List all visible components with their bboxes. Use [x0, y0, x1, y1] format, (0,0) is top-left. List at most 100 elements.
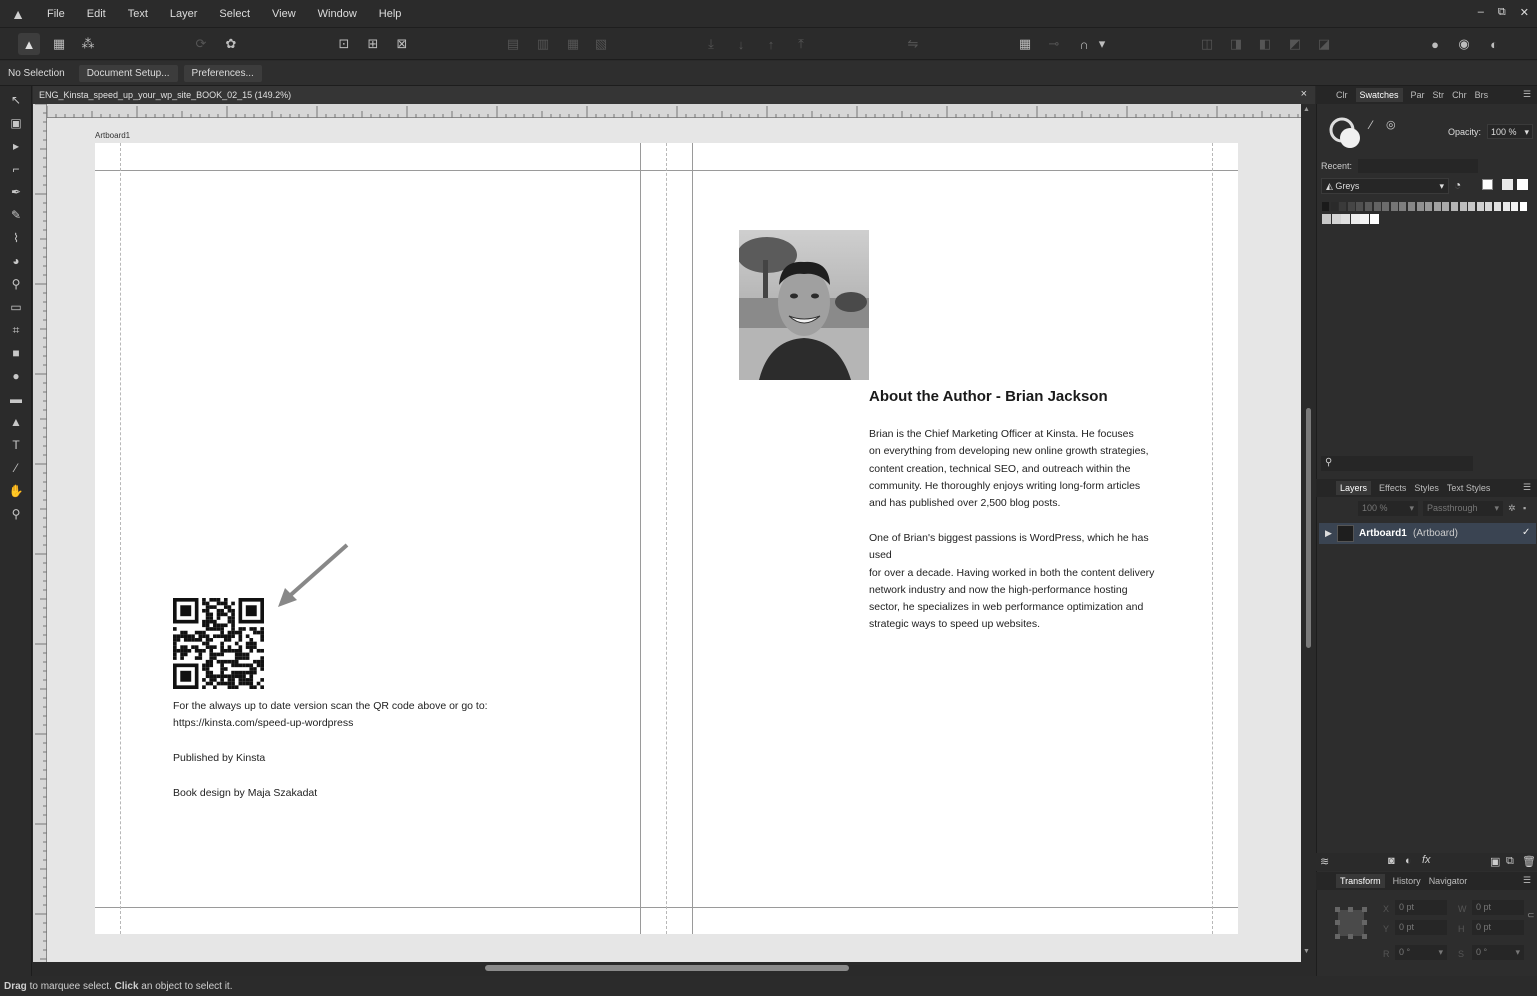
adjustment-icon[interactable]: ◐	[1405, 855, 1412, 867]
distribute-icon[interactable]: ▧	[590, 33, 612, 55]
anchor-selector-icon[interactable]	[1334, 906, 1368, 940]
color-swatch[interactable]	[1390, 202, 1398, 211]
color-swatch[interactable]	[1399, 202, 1407, 211]
trash-icon[interactable]: 🗑	[1522, 855, 1536, 868]
align-right-icon[interactable]: ▦	[562, 33, 584, 55]
book-design-credit[interactable]: Book design by Maja Szakadat	[173, 787, 317, 799]
published-by[interactable]: Published by Kinsta	[173, 752, 265, 764]
panel-menu-icon[interactable]: ☰	[1523, 89, 1531, 100]
menu-text[interactable]: Text	[117, 8, 159, 20]
color-swatch[interactable]	[1341, 214, 1350, 224]
tab-color[interactable]: Clr	[1336, 90, 1348, 100]
assistant-icon[interactable]: ✿	[220, 33, 242, 55]
tab-navigator[interactable]: Navigator	[1429, 876, 1468, 886]
color-swatch[interactable]	[1347, 202, 1355, 211]
fill-tool-icon[interactable]: ◕	[6, 251, 26, 271]
layer-row-artboard1[interactable]: ▶ Artboard1 (Artboard) ✓	[1319, 523, 1536, 544]
visibility-checkbox[interactable]: ✓	[1522, 527, 1530, 538]
menu-file[interactable]: File	[36, 8, 76, 20]
bbox-icon[interactable]: ⊞	[362, 33, 384, 55]
color-swatch[interactable]	[1356, 202, 1364, 211]
boolean-xor-icon[interactable]: ◩	[1284, 33, 1306, 55]
arrange-forward-icon[interactable]: ↑	[760, 33, 782, 55]
mask-icon[interactable]: ◙	[1388, 855, 1395, 867]
rounded-rect-tool-icon[interactable]: ▬	[6, 389, 26, 409]
horizontal-scroll-thumb[interactable]	[485, 965, 849, 971]
qr-caption-line1[interactable]: For the always up to date version scan t…	[173, 700, 488, 712]
artboard-tool-icon[interactable]: ▣	[6, 113, 26, 133]
vertical-ruler[interactable]	[33, 103, 47, 962]
duplicate-layer-icon[interactable]: ⧉	[1506, 855, 1514, 868]
triangle-tool-icon[interactable]: ▲	[6, 412, 26, 432]
close-window-button[interactable]: ✕	[1520, 6, 1529, 19]
rotation-field[interactable]: 0 ° ▾	[1395, 945, 1447, 960]
move-tool-icon[interactable]: ↖	[6, 90, 26, 110]
grid-icon[interactable]: ▦	[1014, 33, 1036, 55]
tab-text-styles[interactable]: Text Styles	[1447, 483, 1491, 493]
color-swatch[interactable]	[1494, 202, 1501, 211]
snapping-toggle-icon[interactable]: ⊸	[1043, 33, 1065, 55]
color-picker-icon[interactable]: ⁄	[1370, 118, 1372, 132]
tab-stroke[interactable]: Str	[1433, 90, 1445, 100]
app-logo-icon[interactable]: ▲	[0, 6, 36, 22]
tab-layers[interactable]: Layers	[1336, 481, 1372, 495]
author-photo[interactable]	[739, 230, 869, 380]
author-bio-paragraph-2[interactable]: One of Brian's biggest passions is WordP…	[869, 530, 1169, 634]
color-swatch[interactable]	[1330, 202, 1338, 211]
sync-icon[interactable]: ⟳	[190, 33, 212, 55]
boolean-add-icon[interactable]: ◫	[1196, 33, 1218, 55]
noise-icon[interactable]: ◎	[1386, 118, 1396, 131]
boolean-divide-icon[interactable]: ◪	[1313, 33, 1335, 55]
lock-icon[interactable]: ▪	[1523, 503, 1526, 513]
preferences-button[interactable]: Preferences...	[183, 64, 262, 82]
insert-inside-icon[interactable]: ◐	[1483, 33, 1505, 55]
align-center-icon[interactable]: ▥	[532, 33, 554, 55]
menu-view[interactable]: View	[261, 8, 307, 20]
boolean-subtract-icon[interactable]: ◨	[1225, 33, 1247, 55]
text-tool-icon[interactable]: T	[6, 435, 26, 455]
ellipse-tool-icon[interactable]: ●	[6, 366, 26, 386]
color-swatch[interactable]	[1459, 202, 1467, 211]
insert-top-icon[interactable]: ◉	[1453, 33, 1475, 55]
fill-stroke-icon[interactable]	[1328, 116, 1364, 152]
color-swatch[interactable]	[1369, 214, 1379, 224]
eyedropper-tool-icon[interactable]: ⁄	[6, 458, 26, 478]
arrange-front-icon[interactable]: ⤒	[790, 33, 812, 55]
boolean-intersect-icon[interactable]: ◧	[1254, 33, 1276, 55]
link-icon[interactable]: ⊂	[1527, 910, 1535, 921]
scroll-up-icon[interactable]: ▲	[1303, 106, 1310, 113]
fx-icon[interactable]: fx	[1422, 854, 1431, 866]
color-swatch[interactable]	[1502, 202, 1510, 211]
minimize-button[interactable]: –	[1478, 6, 1484, 19]
color-swatch[interactable]	[1322, 202, 1329, 211]
layers-stack-icon[interactable]: ≋	[1320, 855, 1329, 868]
color-swatch[interactable]	[1350, 214, 1360, 224]
color-swatch[interactable]	[1416, 202, 1424, 211]
shear-field[interactable]: 0 ° ▾	[1472, 945, 1524, 960]
arrow-graphic[interactable]	[275, 540, 355, 612]
color-swatch[interactable]	[1468, 202, 1476, 211]
color-swatch[interactable]	[1433, 202, 1441, 211]
color-swatch[interactable]	[1373, 202, 1381, 211]
document-tab[interactable]: ENG_Kinsta_speed_up_your_wp_site_BOOK_02…	[33, 86, 1315, 104]
snapping-dropdown-icon[interactable]: ▾	[1095, 33, 1109, 55]
menu-layer[interactable]: Layer	[159, 8, 209, 20]
color-swatch[interactable]	[1331, 214, 1341, 224]
close-document-button[interactable]: ×	[1301, 88, 1307, 100]
h-field[interactable]: 0 pt	[1472, 920, 1524, 935]
tab-paragraph[interactable]: Par	[1411, 90, 1425, 100]
tab-transform[interactable]: Transform	[1336, 874, 1385, 888]
color-swatch[interactable]	[1425, 202, 1433, 211]
panel-menu-icon[interactable]: ☰	[1523, 482, 1531, 493]
recent-swatches[interactable]	[1358, 159, 1478, 173]
pixel-persona-icon[interactable]: ▦	[48, 33, 70, 55]
node-tool-icon[interactable]: ▸	[6, 136, 26, 156]
designer-persona-icon[interactable]: ▲	[18, 33, 40, 55]
add-layer-icon[interactable]: ▣	[1490, 855, 1500, 868]
none-swatch[interactable]	[1482, 179, 1493, 190]
author-heading[interactable]: About the Author - Brian Jackson	[869, 388, 1108, 405]
align-left-icon[interactable]: ▤	[502, 33, 524, 55]
tab-swatches[interactable]: Swatches	[1355, 88, 1403, 102]
color-swatch[interactable]	[1365, 202, 1372, 211]
opacity-field[interactable]: 100 % ▾	[1487, 124, 1533, 139]
